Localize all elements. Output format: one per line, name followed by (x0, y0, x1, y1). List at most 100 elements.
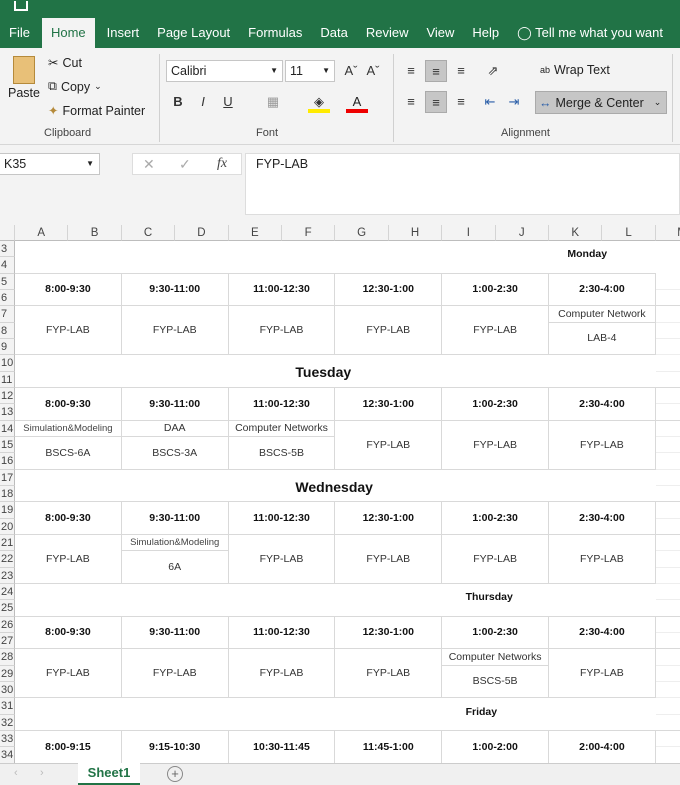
select-all-corner[interactable] (0, 225, 15, 241)
cell-m[interactable] (655, 306, 680, 323)
day-title-row[interactable] (15, 241, 656, 274)
cell-m[interactable] (655, 421, 680, 437)
wrap-text-button[interactable]: ab Wrap Text (540, 63, 610, 77)
italic-button[interactable]: I (192, 91, 214, 113)
row-header[interactable]: 18 (0, 485, 15, 503)
day-title-row[interactable] (15, 584, 656, 617)
tab-home[interactable]: Home (41, 18, 95, 48)
row-header[interactable]: 28 (0, 649, 15, 666)
row-header[interactable]: 5 (0, 273, 15, 290)
column-header[interactable]: B (68, 225, 122, 241)
time-slot-header[interactable]: 8:00-9:15 (15, 730, 122, 763)
time-slot-header[interactable]: 11:00-12:30 (228, 387, 336, 421)
time-slot-header[interactable]: 2:30-4:00 (549, 273, 656, 307)
time-slot-header[interactable]: 9:30-11:00 (121, 387, 229, 421)
class-cell[interactable]: FYP-LAB (442, 306, 549, 356)
course-cell[interactable]: Simulation&Modeling (121, 534, 229, 552)
name-box[interactable]: K35 ▼ (0, 153, 100, 175)
class-cell[interactable]: FYP-LAB (121, 306, 229, 356)
align-center-icon[interactable]: ≡ (425, 91, 447, 113)
class-cell[interactable]: FYP-LAB (228, 649, 336, 699)
time-slot-header[interactable]: 12:30-1:00 (335, 273, 443, 307)
align-bottom-icon[interactable]: ≡ (450, 60, 472, 82)
time-slot-header[interactable]: 12:30-1:00 (335, 616, 443, 650)
row-header[interactable]: 16 (0, 453, 15, 470)
row-header[interactable]: 27 (0, 632, 15, 650)
cell-m[interactable] (655, 633, 680, 650)
row-header[interactable]: 14 (0, 420, 15, 437)
spreadsheet-grid[interactable]: ABCDEFGHIJKLM345678910111213141516171819… (0, 225, 680, 763)
time-slot-header[interactable]: 9:15-10:30 (121, 730, 229, 763)
row-header[interactable]: 10 (0, 355, 15, 372)
row-header[interactable]: 25 (0, 600, 15, 617)
cell-m[interactable] (655, 404, 680, 421)
cell-m[interactable] (655, 372, 680, 388)
cell-m[interactable] (655, 666, 680, 682)
cell-m[interactable] (655, 388, 680, 405)
tab-data[interactable]: Data (311, 18, 356, 48)
decrease-font-icon[interactable]: Aˇ (362, 60, 384, 82)
column-header[interactable]: G (335, 225, 389, 241)
column-header[interactable]: J (495, 225, 549, 241)
cell-m[interactable] (655, 731, 680, 748)
tab-formulas[interactable]: Formulas (239, 18, 311, 48)
column-header[interactable]: E (228, 225, 282, 241)
time-slot-header[interactable]: 12:30-1:00 (335, 502, 443, 535)
cell-m[interactable] (655, 715, 680, 731)
row-header[interactable]: 12 (0, 387, 15, 405)
align-right-icon[interactable]: ≡ (450, 91, 472, 113)
time-slot-header[interactable]: 1:00-2:00 (442, 730, 549, 763)
cell-m[interactable] (655, 323, 680, 339)
font-color-icon[interactable]: A (346, 91, 368, 113)
class-cell[interactable]: FYP-LAB (335, 420, 443, 470)
column-header[interactable]: D (175, 225, 229, 241)
time-slot-header[interactable]: 9:30-11:00 (121, 273, 229, 307)
time-slot-header[interactable]: 8:00-9:30 (15, 502, 122, 535)
course-cell[interactable]: Simulation&Modeling (15, 420, 122, 437)
course-cell[interactable]: Computer Networks (442, 649, 549, 666)
align-middle-icon[interactable]: ≡ (425, 60, 447, 82)
cell-m[interactable] (655, 519, 680, 535)
row-header[interactable]: 34 (0, 747, 15, 763)
time-slot-header[interactable]: 10:30-11:45 (228, 730, 336, 763)
sheet-tab-sheet1[interactable]: Sheet1 (78, 763, 140, 785)
cell-m[interactable] (655, 355, 680, 372)
time-slot-header[interactable]: 1:00-2:30 (442, 273, 549, 307)
insert-function-icon[interactable]: fx (217, 154, 227, 174)
fill-color-icon[interactable]: ◈ (308, 91, 330, 113)
row-header[interactable]: 13 (0, 404, 15, 421)
course-cell[interactable]: DAA (121, 420, 229, 437)
row-header[interactable]: 17 (0, 469, 15, 486)
underline-button[interactable]: U (217, 91, 239, 113)
class-cell[interactable]: FYP-LAB (549, 534, 656, 584)
tab-insert[interactable]: Insert (98, 18, 149, 48)
class-cell[interactable]: FYP-LAB (121, 649, 229, 699)
row-header[interactable]: 3 (0, 241, 15, 258)
row-header[interactable]: 11 (0, 371, 15, 388)
column-header[interactable]: A (15, 225, 69, 241)
class-cell[interactable]: FYP-LAB (549, 420, 656, 470)
row-header[interactable]: 8 (0, 322, 15, 339)
class-cell[interactable]: FYP-LAB (442, 420, 549, 470)
cell-m[interactable] (655, 470, 680, 486)
class-cell[interactable]: FYP-LAB (15, 649, 122, 699)
class-cell[interactable]: FYP-LAB (335, 534, 443, 584)
copy-button[interactable]: ⧉ Copy ⌄ (48, 79, 102, 94)
time-slot-header[interactable]: 8:00-9:30 (15, 616, 122, 650)
font-size-select[interactable]: 11 ▼ (285, 60, 335, 82)
time-slot-header[interactable]: 11:00-12:30 (228, 616, 336, 650)
cell-m[interactable] (655, 274, 680, 290)
column-header[interactable]: K (549, 225, 603, 241)
cut-button[interactable]: ✂ Cut (48, 55, 82, 71)
row-header[interactable]: 20 (0, 518, 15, 535)
cell-m[interactable] (655, 502, 680, 519)
row-header[interactable]: 33 (0, 730, 15, 748)
row-header[interactable]: 6 (0, 289, 15, 307)
row-header[interactable]: 31 (0, 698, 15, 715)
row-header[interactable]: 15 (0, 436, 15, 454)
time-slot-header[interactable]: 9:30-11:00 (121, 616, 229, 650)
column-header[interactable]: L (602, 225, 656, 241)
cell-m[interactable] (655, 584, 680, 601)
section-cell[interactable]: 6A (121, 551, 229, 584)
time-slot-header[interactable]: 1:00-2:30 (442, 502, 549, 535)
